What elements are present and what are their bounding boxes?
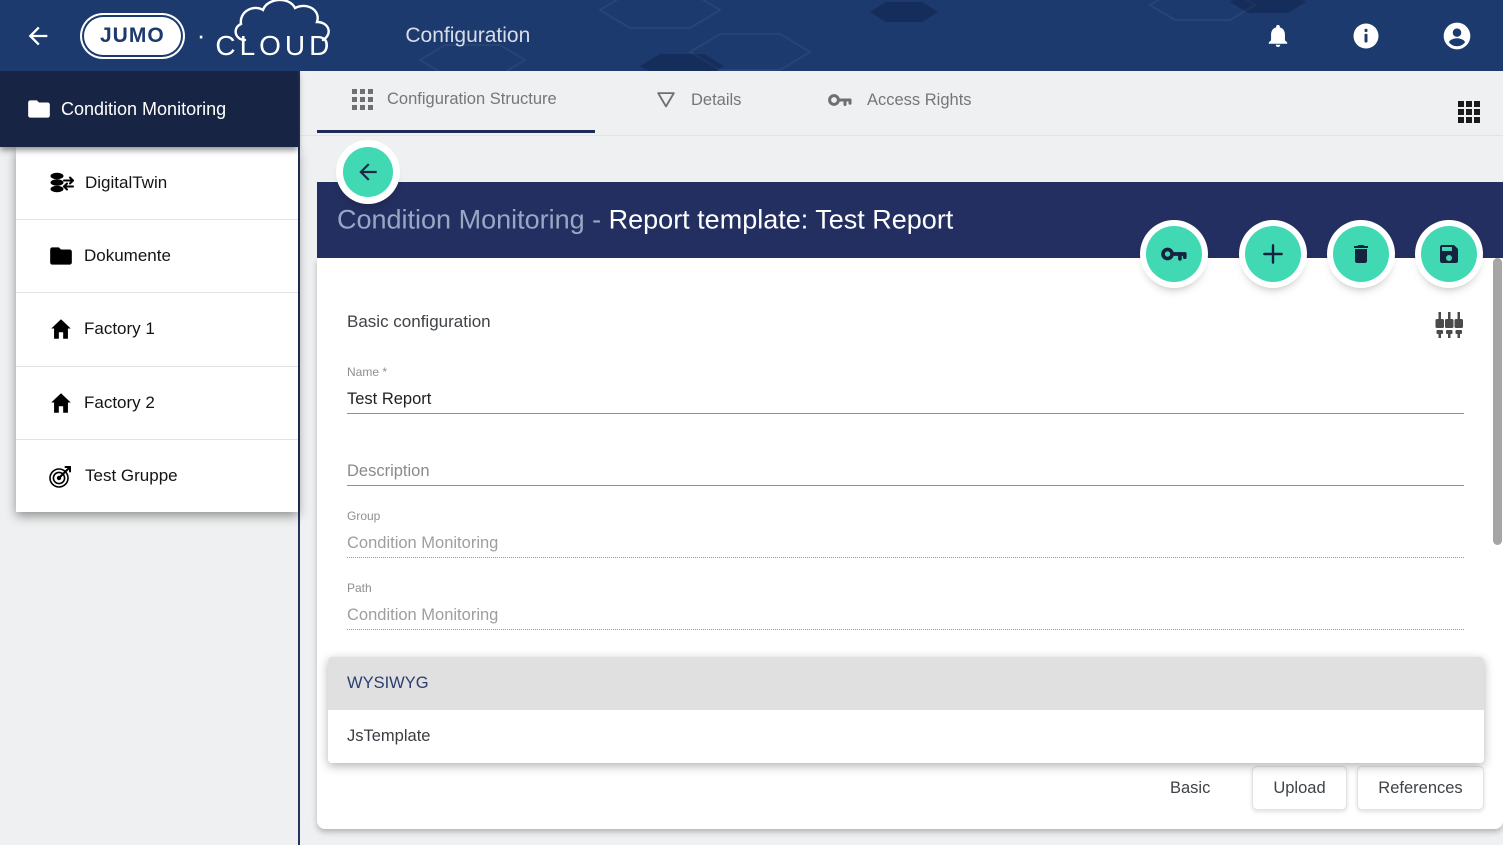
sidebar-item-label: Factory 2 (84, 393, 155, 413)
section-title: Basic configuration (347, 312, 491, 332)
sidebar-item-label: Test Gruppe (85, 466, 178, 486)
topbar: JUMO · CLOUD Configuration (0, 0, 1503, 71)
apps-grid-icon (1458, 101, 1480, 123)
info-icon (1351, 21, 1381, 51)
footer-tab-upload[interactable]: Upload (1252, 766, 1347, 810)
footer-tab-references[interactable]: References (1357, 766, 1484, 810)
sidebar-item-label: Dokumente (84, 246, 171, 266)
save-button[interactable] (1421, 226, 1477, 282)
tab-label: Details (691, 91, 741, 110)
delete-icon (1349, 242, 1373, 266)
name-field-label: Name * (347, 365, 387, 379)
sidebar-item-label: Factory 1 (84, 319, 155, 339)
save-icon (1437, 242, 1461, 266)
jumo-cloud-logo: JUMO · CLOUD (84, 6, 333, 66)
path-field-label: Path (347, 581, 372, 595)
detail-header-band: Condition Monitoring - Report template: … (317, 182, 1503, 258)
key-icon (1160, 242, 1188, 266)
grid-icon (352, 89, 373, 110)
template-type-menu: WYSIWYG JsTemplate (328, 657, 1484, 763)
delete-button[interactable] (1333, 226, 1389, 282)
logo-separator-dot: · (197, 20, 206, 51)
folder-icon (48, 243, 74, 269)
home-icon (48, 316, 74, 342)
description-input[interactable] (347, 457, 1464, 486)
info-button[interactable] (1347, 17, 1385, 55)
add-icon (1260, 241, 1286, 267)
bell-icon (1265, 23, 1291, 49)
active-tab-underline (317, 130, 595, 133)
tab-label: Access Rights (867, 91, 972, 110)
sidebar-item-digitaltwin[interactable]: DigitalTwin (16, 147, 298, 220)
add-button[interactable] (1245, 226, 1301, 282)
sidebar-divider (298, 71, 300, 845)
sidebar-item-label: DigitalTwin (85, 173, 167, 193)
sidebar-group-label: Condition Monitoring (61, 99, 226, 120)
path-input (347, 601, 1464, 630)
home-icon (48, 390, 74, 416)
footer-tab-basic[interactable]: Basic (1170, 766, 1210, 810)
page-title: Configuration (405, 24, 530, 48)
tab-label: Configuration Structure (387, 90, 557, 109)
digital-twin-icon (48, 170, 75, 197)
back-arrow-icon (355, 159, 381, 185)
account-button[interactable] (1437, 16, 1477, 56)
group-input (347, 529, 1464, 558)
funnel-icon (655, 89, 677, 111)
cloud-logo: CLOUD (215, 6, 333, 66)
access-key-button[interactable] (1146, 226, 1202, 282)
vertical-scrollbar-thumb[interactable] (1493, 258, 1502, 545)
tune-button[interactable] (1434, 309, 1464, 344)
sidebar-item-factory-2[interactable]: Factory 2 (16, 367, 298, 440)
jumo-logo-pill: JUMO (84, 17, 181, 55)
sidebar-item-list: DigitalTwin Dokumente Factory 1 Factory … (16, 147, 298, 512)
sidebar-group-header[interactable]: Condition Monitoring (0, 71, 298, 147)
name-input[interactable] (347, 385, 1464, 414)
tab-details[interactable]: Details (655, 89, 741, 111)
detail-title-prefix: Condition Monitoring - (337, 205, 609, 235)
key-icon (827, 89, 853, 111)
cloud-outline-icon (233, 0, 343, 42)
group-field-label: Group (347, 509, 380, 523)
tune-icon (1434, 309, 1464, 341)
apps-grid-button[interactable] (1456, 99, 1482, 128)
menu-option-wysiwyg[interactable]: WYSIWYG (328, 657, 1484, 710)
sidebar-item-dokumente[interactable]: Dokumente (16, 220, 298, 293)
target-icon (48, 462, 75, 489)
account-icon (1441, 20, 1473, 52)
topbar-back-button[interactable] (20, 18, 56, 54)
tab-configuration-structure[interactable]: Configuration Structure (352, 89, 557, 110)
folder-icon (26, 96, 52, 122)
menu-option-jstemplate[interactable]: JsTemplate (328, 710, 1484, 763)
sidebar-item-test-gruppe[interactable]: Test Gruppe (16, 440, 298, 512)
sidebar-item-factory-1[interactable]: Factory 1 (16, 293, 298, 366)
topbar-actions (1261, 16, 1477, 56)
detail-title: Condition Monitoring - Report template: … (337, 205, 953, 236)
tab-access-rights[interactable]: Access Rights (827, 89, 972, 111)
back-arrow-icon (24, 22, 52, 50)
detail-back-button[interactable] (343, 147, 393, 197)
main-tabbar: Configuration Structure Details Access R… (300, 71, 1503, 136)
notifications-button[interactable] (1261, 19, 1295, 53)
detail-title-main: Report template: Test Report (609, 205, 954, 235)
